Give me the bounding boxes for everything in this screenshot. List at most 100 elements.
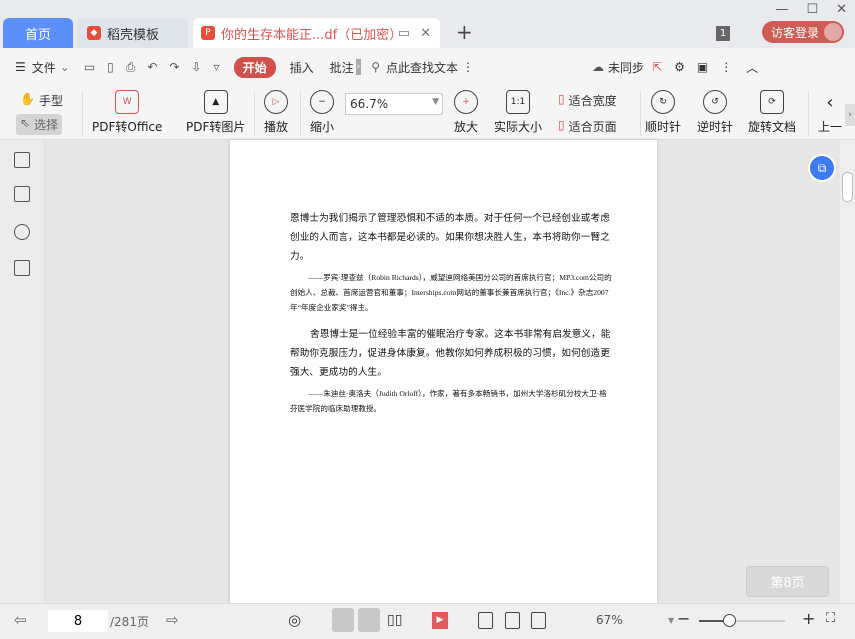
fullscreen-icon[interactable]: ⛶: [826, 611, 835, 626]
zoom-out-button[interactable]: −: [677, 609, 690, 628]
label: 实际大小: [494, 120, 543, 134]
more-icon[interactable]: ⋮: [462, 60, 474, 74]
ribbon-scroll-right[interactable]: ›: [845, 104, 855, 126]
label: 播放: [264, 120, 289, 134]
chevron-down-icon[interactable]: ▼: [668, 616, 674, 625]
tab-insert[interactable]: 插入: [290, 59, 314, 76]
zoom-slider-track[interactable]: [699, 620, 785, 622]
fit-page-icon[interactable]: [505, 612, 520, 629]
select-label: 选择: [34, 118, 59, 132]
rotate-clockwise-button[interactable]: ↻ 顺时针: [645, 90, 681, 135]
tab-start[interactable]: 开始: [233, 56, 276, 78]
hand-tool[interactable]: ✋ 手型: [20, 92, 63, 109]
label: 放大: [454, 120, 479, 134]
chevron-down-icon[interactable]: ⌄: [60, 60, 70, 74]
pdf-icon: P: [201, 26, 215, 40]
label: 适合宽度: [568, 94, 617, 108]
play-icon[interactable]: ▶: [432, 612, 448, 629]
zoom-out-icon: −: [310, 90, 334, 114]
cursor-icon: ⇖: [20, 116, 31, 130]
floating-tool-button[interactable]: ⧉: [808, 154, 836, 182]
select-tool[interactable]: ⇖ 选择: [16, 114, 63, 135]
actual-size-icon[interactable]: [478, 612, 493, 629]
pdf-to-office-button[interactable]: W PDF转Office: [92, 90, 162, 135]
tab-count-badge[interactable]: 1: [716, 26, 730, 41]
more-tabs-button[interactable]: ›: [355, 59, 362, 75]
page-total: /281页: [110, 615, 149, 629]
login-label: 访客登录: [771, 25, 820, 40]
tab-label: 首页: [24, 27, 51, 43]
tab-home[interactable]: 首页: [3, 18, 73, 48]
divider: [300, 92, 301, 136]
eye-protection-icon[interactable]: ◎: [288, 611, 301, 629]
label: 上一: [818, 120, 843, 134]
close-button[interactable]: ✕: [836, 2, 847, 17]
outline-icon[interactable]: [14, 152, 30, 168]
gear-icon[interactable]: ⚙: [674, 60, 685, 74]
fit-page-button[interactable]: ▯ 适合页面: [558, 118, 617, 135]
rotate-ccw-icon: ↺: [703, 90, 727, 114]
label: 缩小: [310, 120, 335, 134]
pin-icon[interactable]: ▭: [398, 26, 410, 41]
citation: ——罗宾·理查兹（Robin Richards），威望迪网络美国分公司的首席执行…: [290, 273, 612, 312]
more-options-icon[interactable]: ⋮: [720, 60, 732, 74]
maximize-button[interactable]: ☐: [806, 2, 818, 17]
label: 逆时针: [697, 120, 734, 134]
menu-icon[interactable]: ☰: [15, 60, 26, 74]
rotate-doc-icon: ⟳: [760, 90, 784, 114]
login-button[interactable]: 访客登录: [762, 21, 844, 43]
zoom-percentage[interactable]: 67%: [596, 613, 623, 627]
zoom-out-button[interactable]: − 缩小: [310, 90, 334, 135]
scrollbar-thumb[interactable]: [842, 172, 853, 202]
page-number-input[interactable]: [48, 610, 108, 632]
new-tab-button[interactable]: +: [456, 20, 473, 44]
share-icon[interactable]: ⇱: [652, 60, 662, 74]
paragraph: 舍恩博士是一位经验丰富的催眠治疗专家。这本书非常有启发意义，能帮助你克服压力，促…: [290, 329, 611, 378]
comment-icon[interactable]: ▣: [697, 60, 708, 74]
tab-document[interactable]: P 你的生存本能正...df（已加密） ▭ ✕: [193, 18, 440, 48]
prev-page-arrow-icon[interactable]: ⇦: [14, 611, 27, 629]
chevron-down-icon: ▼: [432, 97, 439, 107]
actual-size-button[interactable]: 1:1 实际大小: [494, 90, 542, 135]
fit-page-icon: ▯: [558, 118, 565, 132]
label: 旋转文档: [748, 120, 797, 134]
play-button[interactable]: ▷ 播放: [264, 90, 288, 135]
zoom-slider-handle[interactable]: [723, 614, 737, 627]
two-page-icon[interactable]: ▯▯: [387, 612, 402, 628]
quick-access-icons[interactable]: ▭▯⎙↶↷⇩▿: [84, 60, 232, 75]
tab-templates[interactable]: ◆ 稻壳模板: [77, 18, 188, 48]
continuous-view-button[interactable]: [332, 608, 354, 632]
rotate-counter-button[interactable]: ↺ 逆时针: [697, 90, 733, 135]
sync-status[interactable]: 未同步: [608, 59, 644, 76]
fit-width-icon[interactable]: [531, 612, 546, 629]
minimize-button[interactable]: —: [775, 2, 788, 17]
pdf-page: 恩博士为我们揭示了管理恐惧和不适的本质。对于任何一个已经创业或考虑创业的人而言，…: [230, 140, 657, 603]
tab-label: 你的生存本能正...df（已加密）: [221, 27, 403, 43]
file-menu[interactable]: 文件: [32, 59, 56, 76]
single-page-button[interactable]: [358, 608, 380, 632]
label: 适合页面: [568, 120, 617, 134]
zoom-select[interactable]: 66.7% ▼: [345, 93, 443, 115]
next-page-arrow-icon[interactable]: ⇨: [166, 611, 179, 629]
thumbnail-icon[interactable]: [14, 186, 30, 202]
label: PDF转Office: [92, 120, 163, 134]
divider: [82, 92, 83, 136]
collapse-ribbon-icon[interactable]: ︿: [746, 59, 758, 76]
fit-width-button[interactable]: ▯ 适合宽度: [558, 92, 617, 109]
zoom-in-button[interactable]: + 放大: [454, 90, 478, 135]
tab-annotate[interactable]: 批注: [330, 59, 354, 76]
convert-icon[interactable]: [14, 260, 30, 276]
close-tab-icon[interactable]: ✕: [420, 26, 431, 41]
ribbon: ✋ 手型 ⇖ 选择 W PDF转Office ▲ PDF转图片 ▷ 播放 − 缩小 66.7…: [0, 86, 855, 140]
previous-page-button[interactable]: ‹ 上一: [818, 90, 842, 135]
search-text-button[interactable]: 点此查找文本: [386, 59, 458, 76]
page-indicator: 第8页: [746, 566, 829, 597]
zoom-in-button[interactable]: +: [802, 609, 815, 628]
annotation-icon[interactable]: [14, 224, 30, 240]
rotate-cw-icon: ↻: [651, 90, 675, 114]
scrollbar[interactable]: [840, 140, 855, 603]
citation: ——朱迪丝·奥洛夫（Judith Orloff），作家，著有多本畅销书，加州大学…: [290, 389, 607, 413]
pdf-to-image-button[interactable]: ▲ PDF转图片: [186, 90, 245, 135]
rotate-document-button[interactable]: ⟳ 旋转文档: [748, 90, 796, 135]
label: PDF转图片: [186, 120, 246, 134]
